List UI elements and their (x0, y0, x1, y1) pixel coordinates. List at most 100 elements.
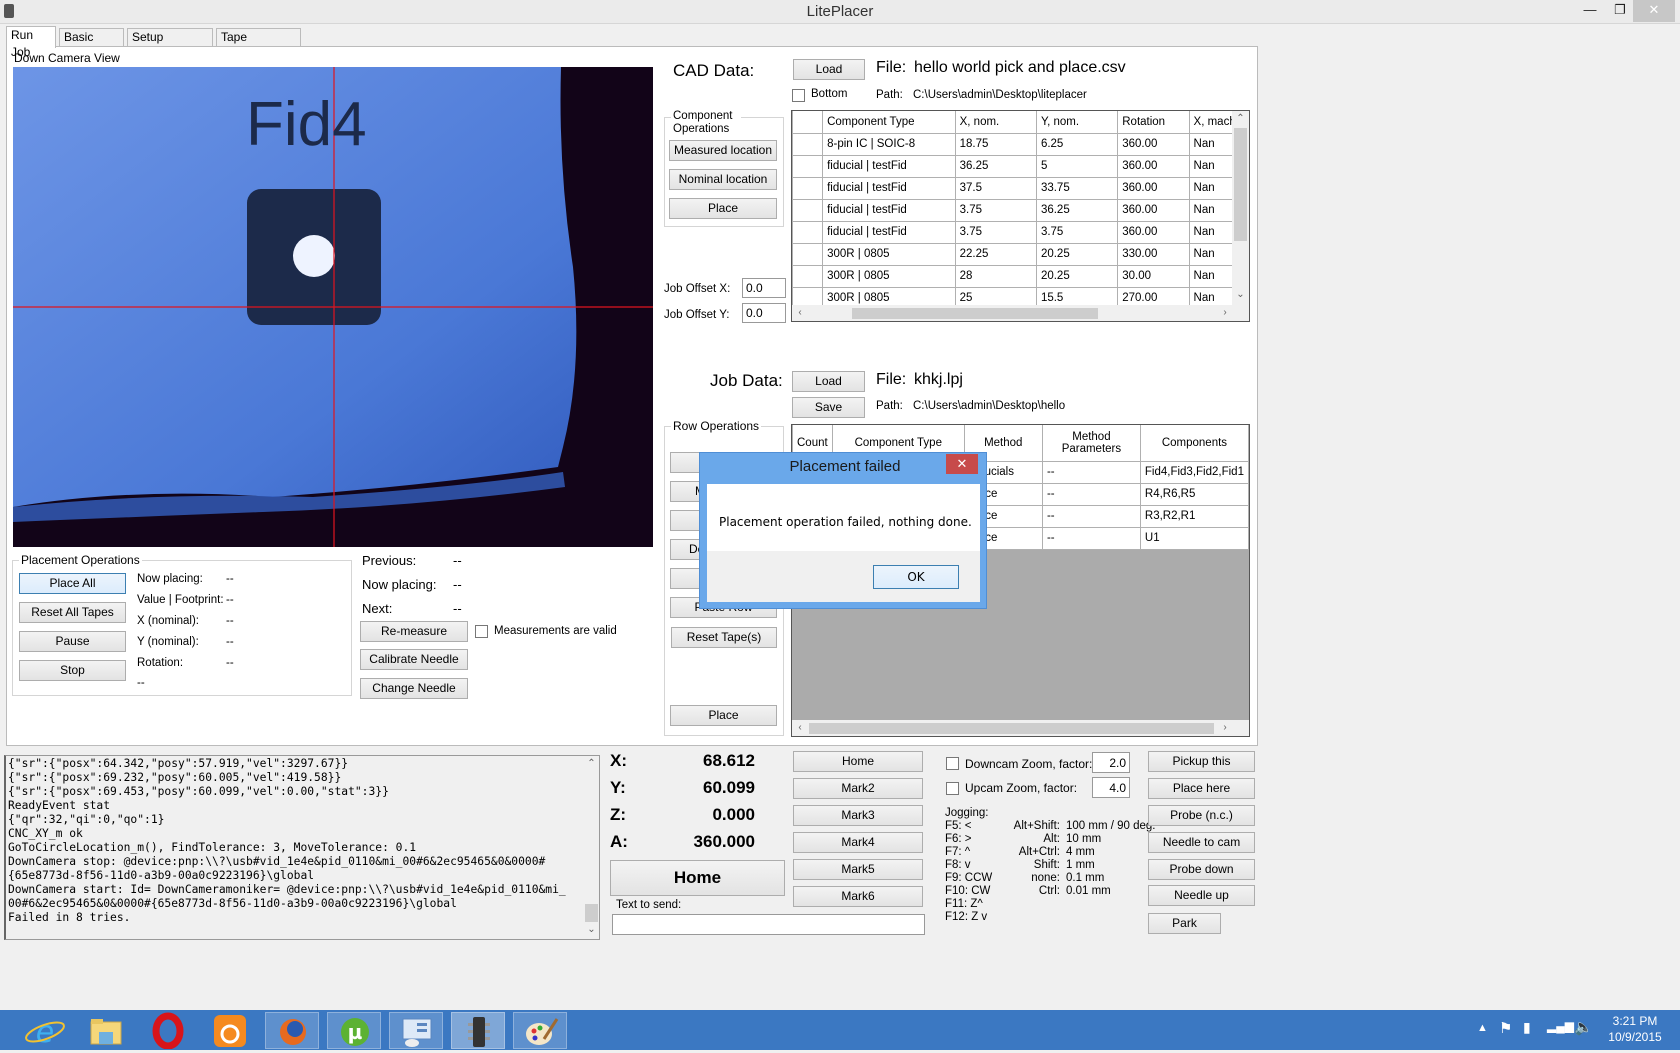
internet-explorer-icon[interactable]: e (18, 1012, 72, 1050)
cad-cell[interactable]: 33.75 (1035, 176, 1119, 200)
scroll-left-icon[interactable]: ‹ (794, 722, 806, 734)
scroll-down-icon[interactable]: ⌄ (583, 924, 599, 936)
scroll-down-icon[interactable]: ⌄ (1232, 289, 1249, 301)
cad-cell[interactable]: 36.25 (1035, 198, 1119, 222)
cad-cell[interactable]: 3.75 (1035, 220, 1119, 244)
job-save-button[interactable]: Save (792, 397, 865, 418)
cad-cell[interactable]: 8-pin IC | SOIC-8 (822, 132, 956, 156)
cad-cell[interactable]: 300R | 0805 (822, 264, 956, 288)
scroll-right-icon[interactable]: › (1219, 307, 1231, 319)
cad-column-header[interactable]: Rotation (1117, 111, 1190, 134)
cad-cell[interactable]: fiducial | testFid (822, 176, 956, 200)
cad-cell[interactable]: fiducial | testFid (822, 220, 956, 244)
paint-icon[interactable] (513, 1012, 567, 1049)
row-place-button[interactable]: Place (670, 705, 777, 726)
action-center-icon[interactable]: ⚑ (1499, 1019, 1512, 1037)
volume-icon[interactable]: 🔈 (1574, 1018, 1593, 1036)
job-cell[interactable]: Fid4,Fid3,Fid2,Fid1 (1139, 460, 1249, 484)
mark4-button[interactable]: Mark4 (793, 832, 923, 853)
cad-cell[interactable]: 36.25 (954, 154, 1037, 178)
job-cell[interactable]: -- (1041, 460, 1141, 484)
job-cell[interactable]: R3,R2,R1 (1139, 504, 1249, 528)
upcam-zoom-input[interactable] (1092, 777, 1130, 798)
cad-cell[interactable]: 300R | 0805 (822, 242, 956, 266)
job-grid-hscroll[interactable]: ‹ › (792, 720, 1249, 736)
measurements-valid-checkbox[interactable] (475, 625, 488, 638)
cad-table-row[interactable]: 8-pin IC | SOIC-8 18.75 6.25 360.00 Nan (792, 132, 1249, 156)
reset-tapes-button[interactable]: Reset Tape(s) (671, 627, 777, 648)
cad-cell[interactable]: 20.25 (1035, 264, 1119, 288)
needle-to-cam-button[interactable]: Needle to cam (1148, 832, 1255, 853)
home-big-button[interactable]: Home (610, 860, 785, 896)
dialog-ok-button[interactable]: OK (873, 565, 959, 589)
cad-cell[interactable]: 3.75 (954, 198, 1037, 222)
bottom-checkbox[interactable] (792, 89, 805, 102)
show-hidden-icons[interactable]: ▲ (1477, 1022, 1488, 1034)
tab-basic-setup[interactable]: Basic Setup (59, 28, 124, 61)
place-all-button[interactable]: Place All (19, 573, 126, 594)
cad-cell[interactable]: 330.00 (1117, 242, 1190, 266)
downcam-zoom-checkbox[interactable] (946, 757, 959, 770)
stop-button[interactable]: Stop (19, 660, 126, 681)
cad-table-row[interactable]: fiducial | testFid 3.75 36.25 360.00 Nan (792, 198, 1249, 222)
cad-cell[interactable]: 360.00 (1117, 198, 1190, 222)
cad-table-row[interactable]: 300R | 0805 22.25 20.25 330.00 Nan (792, 242, 1249, 266)
measured-location-button[interactable]: Measured location (669, 140, 777, 161)
job-column-header[interactable]: Components (1139, 425, 1249, 462)
utorrent-icon[interactable]: µ (327, 1012, 381, 1049)
cad-grid-hscroll-thumb[interactable] (852, 308, 1098, 319)
mark3-button[interactable]: Mark3 (793, 805, 923, 826)
cad-cell[interactable]: 28 (954, 264, 1037, 288)
cad-cell[interactable]: 360.00 (1117, 154, 1190, 178)
scroll-up-icon[interactable]: ⌃ (583, 758, 599, 770)
cad-cell[interactable]: 5 (1035, 154, 1119, 178)
clock[interactable]: 3:21 PM 10/9/2015 (1600, 1013, 1670, 1045)
cad-table-row[interactable]: fiducial | testFid 3.75 3.75 360.00 Nan (792, 220, 1249, 244)
job-offset-y-input[interactable] (742, 303, 786, 323)
downcam-zoom-input[interactable] (1092, 752, 1130, 773)
change-needle-button[interactable]: Change Needle (360, 678, 468, 699)
cad-column-header[interactable]: X, nom. (954, 111, 1037, 134)
cad-cell[interactable] (792, 154, 824, 178)
reset-all-tapes-button[interactable]: Reset All Tapes (19, 602, 126, 623)
cad-grid-hscroll[interactable]: ‹ › (792, 305, 1249, 321)
scroll-up-icon[interactable]: ⌃ (1232, 113, 1249, 125)
cad-cell[interactable]: fiducial | testFid (822, 198, 956, 222)
tab-setup-cameras[interactable]: Setup Cameras (127, 28, 213, 61)
tab-run-job[interactable]: Run Job (6, 26, 56, 59)
file-explorer-icon[interactable] (79, 1012, 133, 1049)
minimize-button[interactable]: — (1573, 0, 1607, 22)
mark-home-button[interactable]: Home (793, 751, 923, 772)
dialog-close-button[interactable]: ✕ (946, 454, 978, 474)
cad-cell[interactable] (792, 220, 824, 244)
mark6-button[interactable]: Mark6 (793, 886, 923, 907)
cad-cell[interactable] (792, 132, 824, 156)
needle-up-button[interactable]: Needle up (1148, 885, 1255, 906)
cad-load-button[interactable]: Load (793, 59, 865, 80)
place-here-button[interactable]: Place here (1148, 778, 1255, 799)
cad-cell[interactable]: 37.5 (954, 176, 1037, 200)
cad-column-header[interactable]: Component Type (822, 111, 956, 134)
text-to-send-input[interactable] (612, 914, 925, 935)
cad-cell[interactable]: fiducial | testFid (822, 154, 956, 178)
log-vscroll-thumb[interactable] (585, 904, 598, 922)
cad-cell[interactable]: 20.25 (1035, 242, 1119, 266)
restore-button[interactable]: ❐ (1603, 0, 1637, 22)
cad-cell[interactable] (792, 264, 824, 288)
cad-cell[interactable]: 3.75 (954, 220, 1037, 244)
calibrate-needle-button[interactable]: Calibrate Needle (360, 649, 468, 670)
close-button[interactable]: ✕ (1633, 0, 1675, 22)
job-offset-x-input[interactable] (742, 278, 786, 298)
tab-tape-positions[interactable]: Tape Positions (216, 28, 301, 61)
cad-data-grid[interactable]: Component Type X, nom. Y, nom. Rotation X, m… (791, 110, 1250, 322)
cad-table-row[interactable]: fiducial | testFid 36.25 5 360.00 Nan (792, 154, 1249, 178)
job-cell[interactable]: -- (1041, 482, 1141, 506)
cad-cell[interactable]: 360.00 (1117, 132, 1190, 156)
job-cell[interactable]: U1 (1139, 526, 1249, 550)
cad-grid-vscroll[interactable]: ⌃ ⌄ (1232, 111, 1249, 305)
uc-browser-icon[interactable] (203, 1012, 257, 1049)
cad-cell[interactable]: 360.00 (1117, 176, 1190, 200)
cad-cell[interactable]: 18.75 (954, 132, 1037, 156)
cad-table-row[interactable]: fiducial | testFid 37.5 33.75 360.00 Nan (792, 176, 1249, 200)
cad-cell[interactable]: 22.25 (954, 242, 1037, 266)
